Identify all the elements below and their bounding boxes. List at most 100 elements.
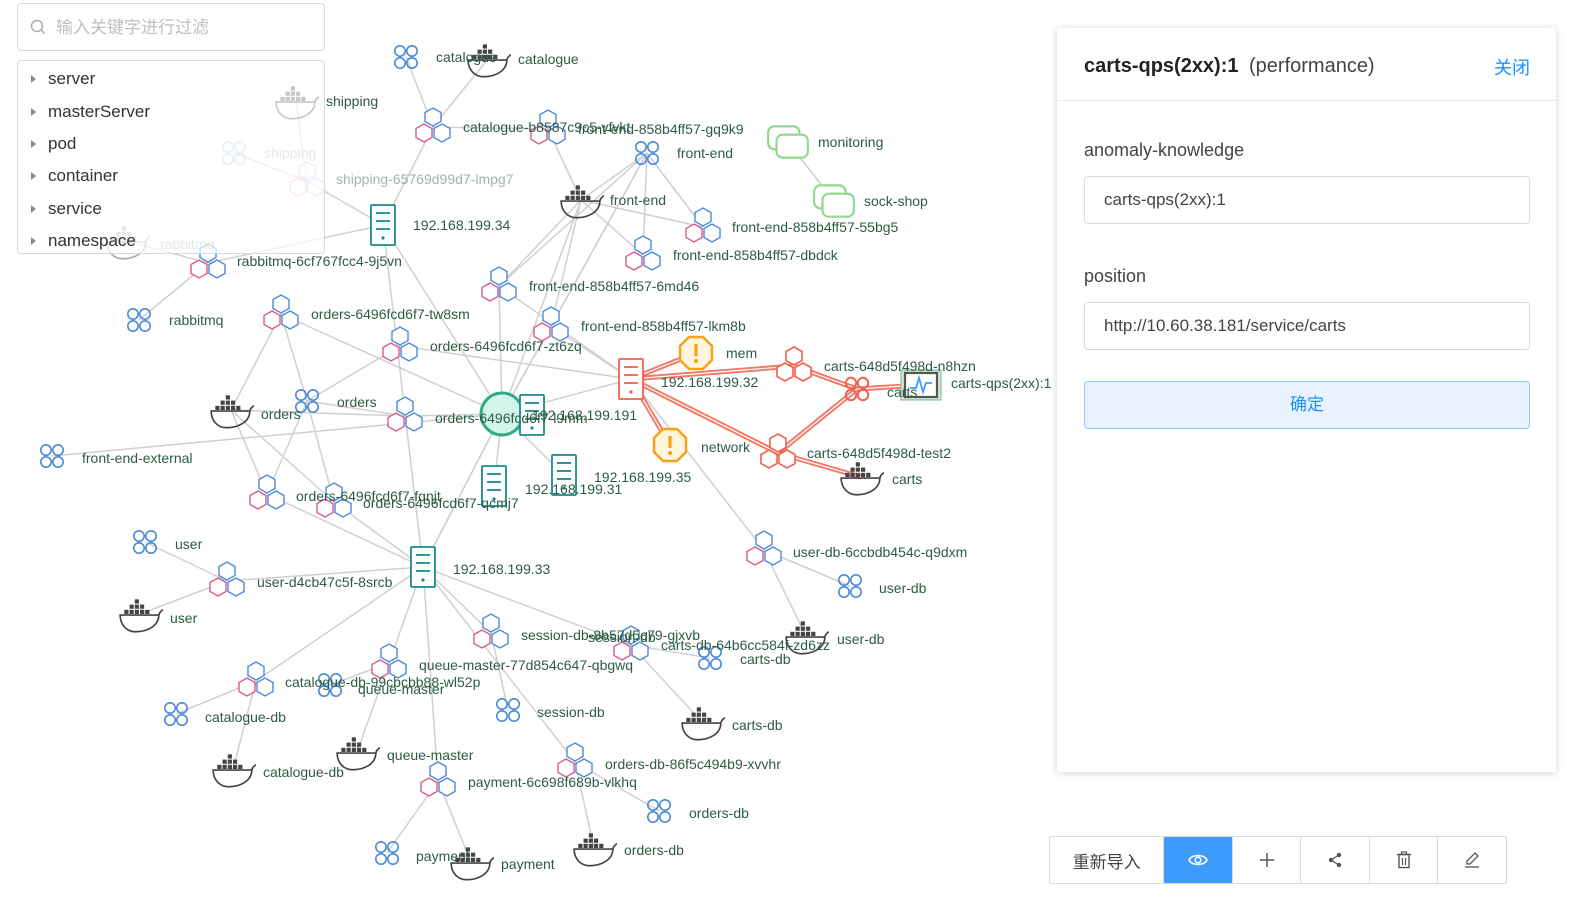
delete-button[interactable]: [1370, 837, 1439, 883]
node-user-ct[interactable]: [119, 598, 163, 633]
confirm-button[interactable]: 确定: [1084, 381, 1530, 429]
node-orders-pod-fq[interactable]: [249, 474, 285, 510]
node-orders-ct[interactable]: [210, 394, 254, 429]
node-label-userdb-svc: user-db: [879, 580, 927, 596]
node-monitoring[interactable]: [767, 125, 809, 159]
node-user-pod[interactable]: [209, 561, 245, 597]
node-carts-pod-n8[interactable]: [776, 346, 812, 382]
tree-item-masterserver[interactable]: masterServer: [18, 95, 324, 127]
share-button[interactable]: [1301, 837, 1370, 883]
tree-item-service[interactable]: service: [18, 193, 324, 225]
caret-right-icon[interactable]: [31, 172, 36, 181]
node-carts-ct[interactable]: [840, 461, 884, 496]
node-label-network: network: [701, 439, 751, 455]
node-label-monitoring: monitoring: [818, 134, 883, 150]
search-input[interactable]: [54, 12, 318, 44]
graph-edge: [630, 378, 765, 551]
node-fe-pod-55[interactable]: [685, 207, 721, 243]
pod-icon: [776, 346, 812, 382]
caret-right-icon[interactable]: [31, 237, 36, 246]
panel-subtitle: (performance): [1249, 55, 1375, 77]
node-carts-pod-t2[interactable]: [760, 433, 796, 469]
anomaly-knowledge-input[interactable]: carts-qps(2xx):1: [1084, 176, 1530, 224]
node-orders-pod-tw[interactable]: [263, 294, 299, 330]
server-icon: [370, 204, 396, 246]
add-button[interactable]: [1233, 837, 1302, 883]
close-button[interactable]: 关闭: [1494, 54, 1530, 80]
node-label-fe-pod-lk: front-end-858b4ff57-lkm8b: [581, 318, 746, 334]
share-icon: [1328, 852, 1342, 868]
node-label-srv191: 192.168.199.191: [532, 407, 637, 423]
node-srv33[interactable]: [410, 546, 436, 588]
server-icon: [618, 358, 644, 400]
node-fe-ct[interactable]: [560, 184, 604, 219]
node-orders-pod-zt[interactable]: [382, 326, 418, 362]
container-icon: [573, 832, 617, 867]
node-label-cat-ct: catalogue: [518, 51, 579, 67]
graph-edge: [580, 199, 644, 256]
edit-icon: [1465, 852, 1480, 868]
node-cartsdb-ct[interactable]: [681, 706, 725, 741]
view-button[interactable]: [1164, 837, 1233, 883]
container-icon: [681, 706, 725, 741]
pod-icon: [209, 561, 245, 597]
node-label-carts-pod-n8: carts-648d5f498d-n8hzn: [824, 358, 976, 374]
node-network[interactable]: [652, 427, 688, 463]
pod-icon: [625, 235, 661, 271]
edit-button[interactable]: [1438, 837, 1506, 883]
node-label-user-pod: user-d4cb47c5f-8srcb: [257, 574, 393, 590]
node-label-orders-pod-tw: orders-6496fcd6f7-tw8sm: [311, 306, 470, 322]
panel-title: carts-qps(2xx):1: [1084, 55, 1239, 77]
node-srv32[interactable]: [618, 358, 644, 400]
node-label-carts-pod-t2: carts-648d5f498d-test2: [807, 445, 951, 461]
node-catdb-ct[interactable]: [212, 753, 256, 788]
caret-right-icon[interactable]: [31, 139, 36, 148]
node-session-pod[interactable]: [473, 613, 509, 649]
node-label-fe-svc: front-end: [677, 145, 733, 161]
caret-right-icon[interactable]: [31, 107, 36, 116]
node-label-cartsdb-ct: carts-db: [732, 717, 783, 733]
position-input[interactable]: http://10.60.38.181/service/carts: [1084, 302, 1530, 350]
node-label-carts-ct: carts: [892, 471, 922, 487]
node-label-orders-pod-zt: orders-6496fcd6f7-zt6zq: [430, 338, 582, 354]
node-label-srv31: 192.168.199.31: [525, 481, 623, 497]
node-sockshop[interactable]: [813, 184, 855, 218]
node-ordersdb-ct[interactable]: [573, 832, 617, 867]
eye-icon: [1188, 854, 1208, 866]
detail-panel: carts-qps(2xx):1 (performance) 关闭 anomal…: [1057, 28, 1556, 772]
node-label-shipping-ct: shipping: [326, 93, 378, 109]
node-label-qm-ct: queue-master: [387, 747, 474, 763]
reimport-button[interactable]: 重新导入: [1050, 837, 1165, 883]
node-label-userdb-ct: user-db: [837, 631, 885, 647]
node-ordersdb-pod[interactable]: [557, 742, 593, 778]
plus-icon: [1259, 853, 1274, 867]
tree-item-namespace[interactable]: namespace: [18, 225, 324, 257]
tree-item-server[interactable]: server: [18, 63, 324, 95]
node-payment-pod[interactable]: [420, 761, 456, 797]
pod-icon: [387, 396, 423, 432]
node-label-cat-svc: catalogue: [436, 49, 497, 65]
tree-item-pod[interactable]: pod: [18, 128, 324, 160]
node-qm-pod[interactable]: [371, 643, 407, 679]
node-srv34[interactable]: [370, 204, 396, 246]
pod-icon: [382, 326, 418, 362]
node-label-user-ct: user: [170, 610, 198, 626]
filter-search[interactable]: [17, 3, 325, 51]
node-catdb-pod[interactable]: [238, 661, 274, 697]
node-label-ordersdb-pod: orders-db-86f5c494b9-xvvhr: [605, 756, 781, 772]
node-mem[interactable]: [678, 335, 714, 371]
tree-item-label: container: [48, 166, 118, 186]
node-fe-pod-db[interactable]: [625, 235, 661, 271]
node-label-orders-ct: orders: [261, 406, 301, 422]
search-icon: [30, 19, 45, 34]
node-userdb-pod[interactable]: [746, 530, 782, 566]
namespace-icon: [767, 125, 809, 159]
caret-right-icon[interactable]: [31, 204, 36, 213]
node-label-orders-svc: orders: [337, 394, 377, 410]
type-tree: server masterServer pod container servic…: [17, 60, 325, 254]
pod-icon: [473, 613, 509, 649]
tree-item-container[interactable]: container: [18, 160, 324, 192]
node-orders-pod-l9[interactable]: [387, 396, 423, 432]
caret-right-icon[interactable]: [31, 75, 36, 84]
node-label-user-svc: user: [175, 536, 203, 552]
